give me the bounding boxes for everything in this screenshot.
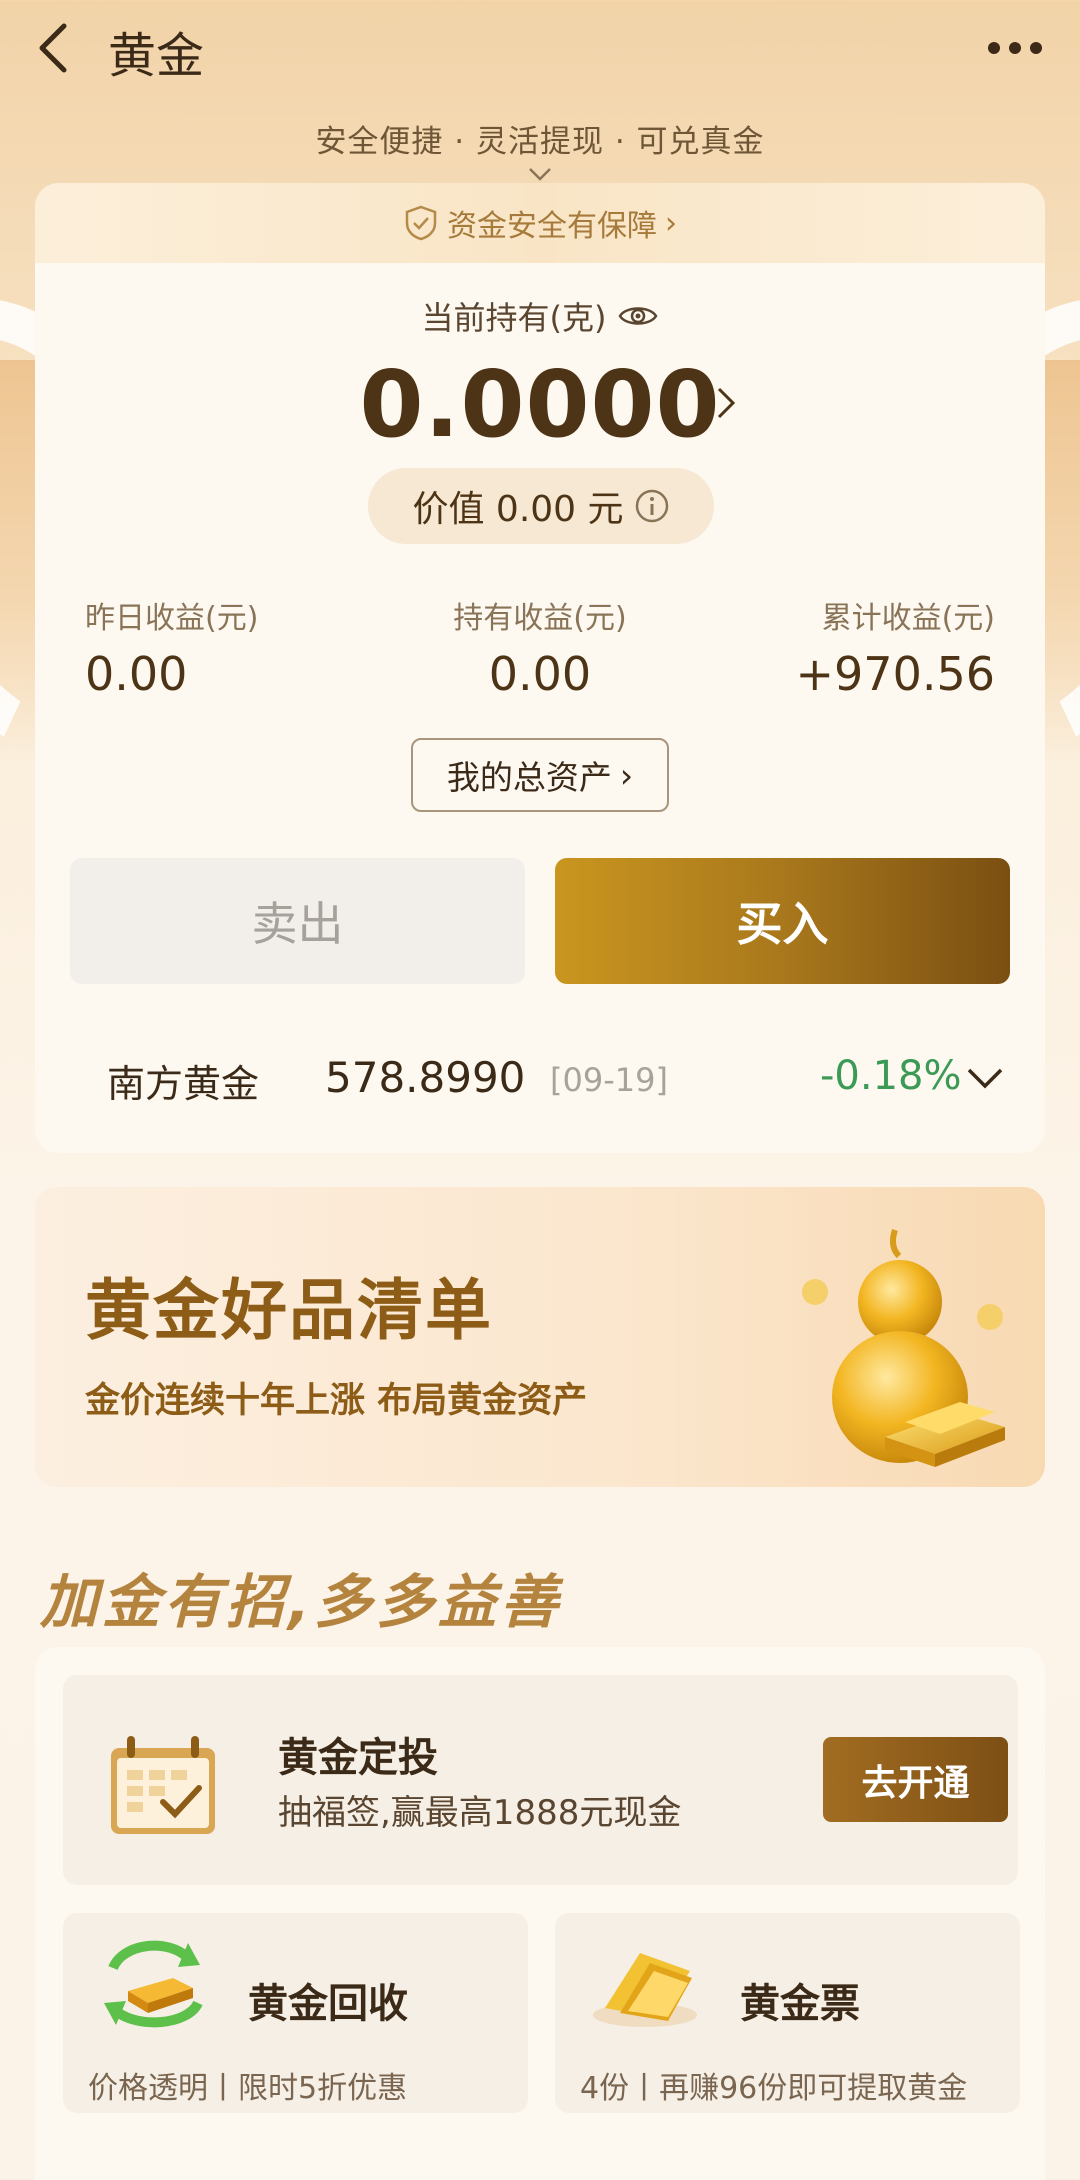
stat-cumulative: 累计收益(元) +970.56 bbox=[796, 593, 996, 701]
top-bar: 黄金 bbox=[0, 0, 1080, 95]
activate-button[interactable]: 去开通 bbox=[823, 1737, 1008, 1822]
fund-price-row[interactable]: 南方黄金 578.8990 [09-19] -0.18% bbox=[35, 1053, 1045, 1123]
stat-yesterday: 昨日收益(元) 0.00 bbox=[85, 593, 258, 701]
gold-ticket-icon bbox=[593, 1953, 697, 2027]
guarantee-text: 资金安全有保障 bbox=[447, 209, 657, 244]
dot-icon bbox=[988, 42, 1000, 54]
slogan: 安全便捷 · 灵活提现 · 可兑真金 bbox=[315, 124, 765, 160]
section-title: 加金有招,多多益善 bbox=[40, 1568, 563, 1636]
buy-button[interactable]: 买入 bbox=[555, 858, 1010, 984]
holding-label-row: 当前持有(克) bbox=[35, 293, 1045, 339]
stat-value: 0.00 bbox=[488, 647, 592, 701]
dot-icon bbox=[1009, 42, 1021, 54]
eye-icon[interactable] bbox=[618, 301, 658, 331]
stat-label: 持有收益(元) bbox=[453, 601, 627, 636]
stat-value: 0.00 bbox=[85, 647, 188, 701]
fund-name: 南方黄金 bbox=[107, 1062, 260, 1106]
invest-title: 黄金定投 bbox=[278, 1735, 438, 1781]
fund-safety-link[interactable]: 资金安全有保障 › bbox=[35, 183, 1045, 263]
calendar-icon bbox=[111, 1736, 215, 1834]
holding-value-text: 价值 0.00 元 bbox=[412, 489, 624, 530]
dot-icon bbox=[1030, 42, 1042, 54]
chevron-right-icon[interactable] bbox=[715, 383, 737, 423]
stat-label: 昨日收益(元) bbox=[85, 601, 259, 636]
price-change: -0.18% bbox=[820, 1053, 962, 1099]
gold-recycle-icon bbox=[104, 1940, 203, 2028]
tile-title: 黄金回收 bbox=[248, 1981, 408, 2027]
tile-subtitle: 4份丨再赚96份即可提取黄金 bbox=[580, 2071, 968, 2106]
holding-label: 当前持有(克) bbox=[421, 299, 607, 337]
total-assets-button[interactable]: 我的总资产 › bbox=[411, 738, 669, 812]
chevron-down-icon bbox=[529, 168, 551, 181]
stat-value: +970.56 bbox=[795, 647, 996, 701]
earnings-stats: 昨日收益(元) 0.00 持有收益(元) 0.00 累计收益(元) +970.5… bbox=[85, 593, 995, 703]
stat-label: 累计收益(元) bbox=[821, 601, 995, 636]
stat-holding: 持有收益(元) 0.00 bbox=[390, 593, 690, 701]
chevron-down-icon[interactable] bbox=[965, 1063, 1005, 1093]
price-date: [09-19] bbox=[550, 1061, 668, 1099]
tile-title: 黄金票 bbox=[740, 1981, 860, 2027]
holding-value-pill: 价值 0.00 元 bbox=[368, 468, 714, 544]
regular-investment-row[interactable]: 黄金定投 抽福签,赢最高1888元现金 去开通 bbox=[63, 1675, 1018, 1885]
chevron-left-icon bbox=[39, 23, 67, 73]
sell-button[interactable]: 卖出 bbox=[70, 858, 525, 984]
gold-ticket-tile[interactable]: 黄金票 4份丨再赚96份即可提取黄金 bbox=[555, 1913, 1020, 2113]
more-options-button[interactable] bbox=[980, 28, 1050, 68]
info-icon[interactable] bbox=[634, 488, 670, 524]
chevron-right-icon: › bbox=[665, 205, 677, 241]
banner-title: 黄金好品清单 bbox=[85, 1272, 493, 1349]
page-title: 黄金 bbox=[108, 28, 205, 84]
back-button[interactable] bbox=[30, 18, 80, 78]
holding-amount[interactable]: 0.0000 bbox=[35, 351, 1045, 458]
chevron-right-icon: › bbox=[619, 755, 634, 795]
gold-picks-banner[interactable]: 黄金好品清单 金价连续十年上涨 布局黄金资产 bbox=[35, 1187, 1045, 1487]
features-card: 黄金定投 抽福签,赢最高1888元现金 去开通 黄金回收 价格透明丨限时5折优惠… bbox=[35, 1647, 1045, 2180]
gold-recycle-tile[interactable]: 黄金回收 价格透明丨限时5折优惠 bbox=[63, 1913, 528, 2113]
holdings-card: 资金安全有保障 › 当前持有(克) 0.0000 价值 0.00 元 昨日收益(… bbox=[35, 183, 1045, 1153]
invest-subtitle: 抽福签,赢最高1888元现金 bbox=[278, 1793, 682, 1833]
shield-icon bbox=[403, 204, 439, 242]
tile-subtitle: 价格透明丨限时5折优惠 bbox=[88, 2071, 408, 2106]
gold-gourd-illustration bbox=[802, 1229, 1005, 1467]
fund-price: 578.8990 bbox=[325, 1053, 526, 1102]
banner-subtitle: 金价连续十年上涨 布局黄金资产 bbox=[85, 1381, 588, 1421]
total-assets-label: 我的总资产 bbox=[446, 758, 612, 797]
